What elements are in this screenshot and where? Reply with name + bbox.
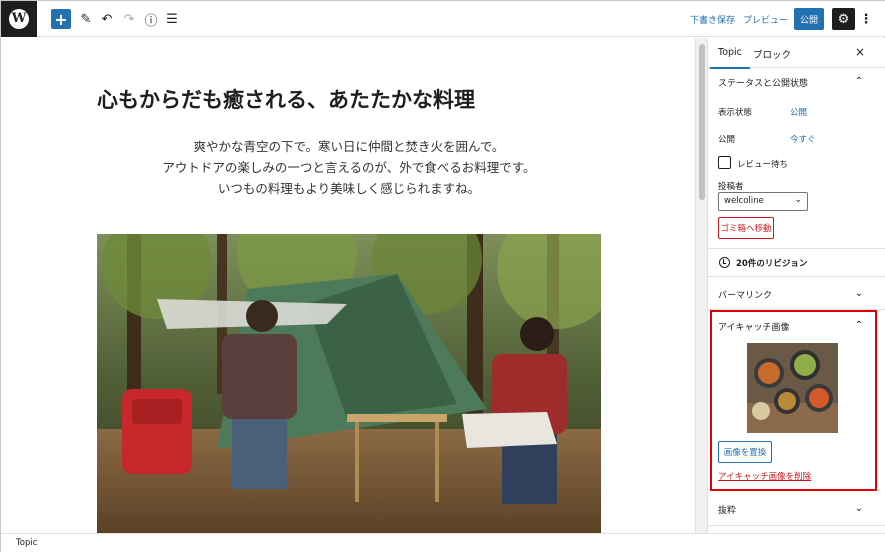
wordpress-logo-glyph: W xyxy=(9,9,29,29)
divider xyxy=(708,525,885,526)
chevron-down-icon[interactable]: ⌄ xyxy=(852,502,866,516)
camping-photo-image[interactable] xyxy=(97,234,601,533)
author-label: 投稿者 xyxy=(718,182,744,192)
settings-sidebar: Topic ブロック × ステータスと公開状態 ⌃ 表示状態 公開 公開 今すぐ… xyxy=(707,38,885,533)
author-select-value: welcoline xyxy=(724,196,764,206)
chevron-up-icon[interactable]: ⌃ xyxy=(852,319,866,333)
paragraph-line-2[interactable]: アウトドアの楽しみの一つと言えるのが、外で食べるお料理です。 xyxy=(97,157,601,178)
revisions-clock-icon xyxy=(719,257,730,268)
pending-review-checkbox[interactable] xyxy=(718,156,731,169)
featured-image-panel-title[interactable]: アイキャッチ画像 xyxy=(718,320,790,333)
tab-block[interactable]: ブロック xyxy=(753,47,791,61)
add-block-button[interactable]: + xyxy=(51,9,71,29)
excerpt-panel-title[interactable]: 抜粋 xyxy=(718,503,736,516)
save-draft-button[interactable]: 下書き保存 xyxy=(690,13,735,26)
breadcrumb-footer: Topic xyxy=(1,533,885,552)
breadcrumb-item[interactable]: Topic xyxy=(16,538,37,548)
author-select[interactable]: welcoline ⌄ xyxy=(718,192,808,211)
sidebar-tabs: Topic ブロック × xyxy=(708,38,885,69)
editor-canvas: 心もからだも癒される、あたたかな料理 爽やかな青空の下で。寒い日に仲間と焚き火を… xyxy=(1,38,695,533)
chevron-down-icon[interactable]: ⌄ xyxy=(852,287,866,301)
content-scrollbar[interactable] xyxy=(695,38,707,533)
list-view-icon[interactable]: ☰ xyxy=(165,9,179,29)
chevron-down-icon: ⌄ xyxy=(794,195,802,205)
info-icon[interactable]: ⓘ xyxy=(144,9,158,29)
publish-date-label: 公開 xyxy=(718,135,736,145)
remove-featured-image-link[interactable]: アイキャッチ画像を削除 xyxy=(718,470,811,482)
visibility-value[interactable]: 公開 xyxy=(790,106,807,118)
preview-button[interactable]: プレビュー xyxy=(743,13,788,26)
pen-tool-icon[interactable]: ✎ xyxy=(79,9,93,29)
pending-review-label[interactable]: レビュー待ち xyxy=(737,158,788,170)
move-to-trash-button[interactable]: ゴミ箱へ移動 xyxy=(718,217,774,239)
top-toolbar: W + ✎ ↶ ↷ ⓘ ☰ 下書き保存 プレビュー 公開 ⚙ ⋮ xyxy=(1,1,885,37)
replace-image-button[interactable]: 画像を置換 xyxy=(718,441,772,463)
featured-image-thumbnail[interactable] xyxy=(747,343,838,433)
close-sidebar-icon[interactable]: × xyxy=(852,44,868,60)
visibility-label: 表示状態 xyxy=(718,108,753,118)
paragraph-line-1[interactable]: 爽やかな青空の下で。寒い日に仲間と焚き火を囲んで。 xyxy=(97,136,601,157)
chevron-up-icon[interactable]: ⌃ xyxy=(852,75,866,89)
divider xyxy=(708,248,885,249)
publish-date-value[interactable]: 今すぐ xyxy=(790,133,816,145)
undo-icon[interactable]: ↶ xyxy=(100,9,114,29)
redo-icon[interactable]: ↷ xyxy=(122,9,136,29)
editor-window: W + ✎ ↶ ↷ ⓘ ☰ 下書き保存 プレビュー 公開 ⚙ ⋮ 心もからだも癒… xyxy=(0,0,885,552)
paragraph-line-3[interactable]: いつもの料理もより美味しく感じられますね。 xyxy=(97,178,601,199)
settings-gear-icon[interactable]: ⚙ xyxy=(832,8,855,30)
post-title[interactable]: 心もからだも癒される、あたたかな料理 xyxy=(97,84,475,114)
status-panel-title[interactable]: ステータスと公開状態 xyxy=(718,76,808,89)
wordpress-logo-icon[interactable]: W xyxy=(1,1,37,37)
permalink-panel-title[interactable]: パーマリンク xyxy=(718,288,772,301)
tab-topic[interactable]: Topic xyxy=(710,47,750,69)
revisions-link[interactable]: 20件のリビジョン xyxy=(736,257,807,269)
publish-button[interactable]: 公開 xyxy=(794,8,824,30)
more-options-icon[interactable]: ⋮ xyxy=(860,9,873,29)
divider xyxy=(708,276,885,277)
scrollbar-thumb[interactable] xyxy=(699,44,705,200)
